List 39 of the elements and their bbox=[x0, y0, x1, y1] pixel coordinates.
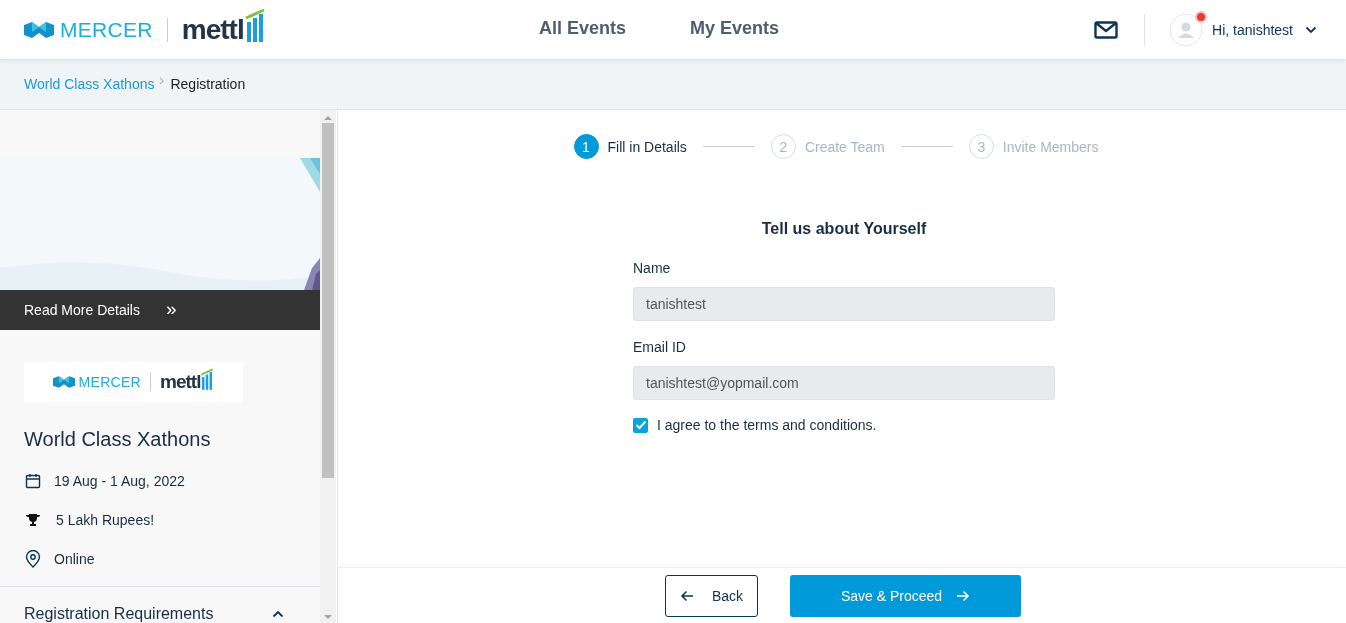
arrow-left-icon bbox=[679, 589, 694, 602]
calendar-icon bbox=[25, 472, 41, 489]
nav-tab[interactable]: My Events bbox=[690, 12, 780, 47]
checkbox-label[interactable]: I agree to the terms and conditions. bbox=[657, 417, 877, 433]
nav-tab[interactable]: All Events bbox=[539, 12, 627, 47]
field-label: Email ID bbox=[633, 339, 687, 355]
back-button[interactable]: Back bbox=[665, 574, 758, 617]
chevron-down-icon[interactable] bbox=[1305, 25, 1317, 34]
scrollbar[interactable] bbox=[320, 110, 336, 623]
arrow-right-icon bbox=[956, 589, 971, 602]
bar-chart-icon bbox=[200, 368, 215, 390]
bar-chart-icon bbox=[243, 7, 266, 42]
event-detail: 5 Lakh Rupees! bbox=[56, 511, 155, 528]
mercer-logo-icon bbox=[52, 376, 75, 388]
event-detail: Online bbox=[54, 550, 95, 567]
step-label: Create Team bbox=[804, 138, 885, 155]
product-name: mettl bbox=[160, 371, 201, 393]
checkbox[interactable] bbox=[633, 417, 648, 433]
read-more-button[interactable]: Read More Details » bbox=[0, 290, 320, 330]
form-heading: Tell us about Yourself bbox=[760, 220, 928, 238]
brand-name: MERCER bbox=[78, 374, 142, 390]
breadcrumb-current: Registration bbox=[170, 76, 246, 92]
chevron-icon[interactable] bbox=[272, 610, 284, 618]
mercer-logo-icon bbox=[24, 21, 54, 38]
event-title: World Class Xathons bbox=[24, 428, 212, 451]
mail-icon[interactable] bbox=[1094, 20, 1119, 39]
field-label: Name bbox=[633, 260, 672, 276]
user-greeting[interactable]: Hi, tanishtest bbox=[1212, 21, 1293, 38]
step-label: Invite Members bbox=[1002, 138, 1099, 155]
location-pin-icon bbox=[25, 549, 41, 568]
trophy-icon bbox=[25, 512, 41, 527]
event-detail: 19 Aug - 1 Aug, 2022 bbox=[54, 472, 185, 489]
section-title[interactable]: Registration Requirements bbox=[24, 605, 214, 623]
avatar-icon[interactable] bbox=[1169, 12, 1204, 47]
brand-name: MERCER bbox=[60, 17, 153, 42]
step-number: 1 bbox=[573, 134, 599, 159]
product-name: mettl bbox=[181, 13, 244, 46]
chevron-right-icon bbox=[159, 77, 166, 85]
step-label: Fill in Details bbox=[607, 138, 687, 155]
